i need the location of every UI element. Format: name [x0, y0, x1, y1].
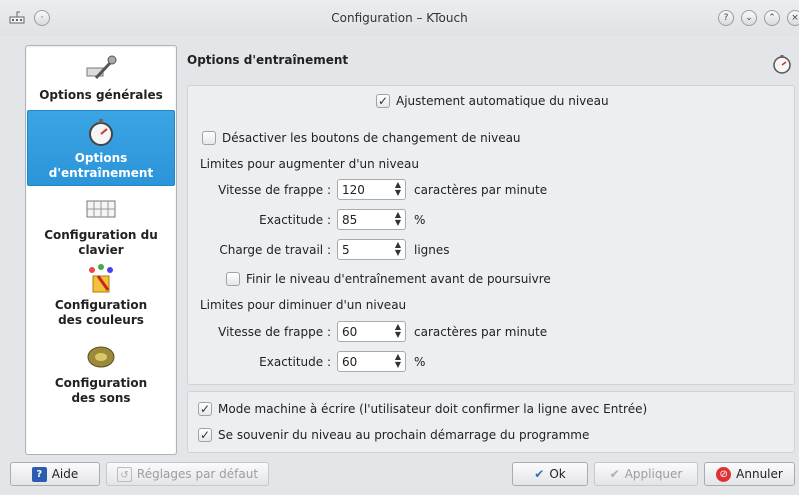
sidebar-item-colors[interactable]: Configuration des couleurs: [27, 262, 175, 336]
typewriter-label: Mode machine à écrire (l'utilisateur doi…: [218, 402, 648, 416]
stopwatch-icon: [89, 119, 113, 146]
remember-checkbox-row[interactable]: ✓ Se souvenir du niveau au prochain déma…: [198, 428, 589, 442]
remember-checkbox[interactable]: ✓: [198, 428, 212, 442]
page-title: Options d'entraînement: [187, 53, 349, 67]
auto-level-checkbox[interactable]: ✓: [376, 94, 390, 108]
dec-accuracy-value: 60: [342, 354, 358, 369]
app-icon[interactable]: [8, 9, 26, 27]
defaults-button[interactable]: ↺ Réglages par défaut: [106, 462, 269, 486]
reset-icon: ↺: [116, 466, 132, 482]
inc-speed-suffix: caractères par minute: [414, 183, 548, 197]
inc-speed-label: Vitesse de frappe :: [218, 183, 331, 197]
apply-button-label: Appliquer: [624, 467, 683, 481]
cancel-icon: ⊘: [716, 466, 732, 482]
help-window-button[interactable]: ?: [718, 10, 734, 26]
maximize-button[interactable]: ⌃: [764, 10, 780, 26]
sidebar: Options générales Options d'entraînement…: [25, 45, 177, 455]
inc-speed-spinbox[interactable]: 120 ▲ ▼: [337, 179, 406, 200]
paint-icon: [89, 264, 113, 293]
inc-accuracy-label: Exactitude :: [259, 213, 331, 227]
apply-button[interactable]: ✔ Appliquer: [594, 462, 698, 486]
inc-workload-value: 5: [342, 242, 350, 257]
sidebar-item-training[interactable]: Options d'entraînement: [27, 110, 175, 186]
pin-icon[interactable]: ·: [34, 10, 50, 26]
finish-level-checkbox[interactable]: [226, 272, 240, 286]
dec-speed-value: 60: [342, 324, 358, 339]
ok-button-label: Ok: [549, 467, 566, 481]
speaker-icon: [87, 346, 115, 368]
finish-level-label: Finir le niveau d'entraînement avant de …: [246, 272, 551, 286]
spin-arrows-icon[interactable]: ▲ ▼: [395, 181, 401, 197]
finish-level-checkbox-row[interactable]: Finir le niveau d'entraînement avant de …: [226, 272, 551, 286]
sidebar-item-label: Configuration du clavier: [44, 228, 158, 257]
inc-workload-spinbox[interactable]: 5 ▲ ▼: [337, 239, 406, 260]
sidebar-item-general[interactable]: Options générales: [27, 52, 175, 112]
help-icon: ?: [31, 466, 47, 482]
inc-accuracy-suffix: %: [414, 213, 426, 227]
decrease-heading: Limites pour diminuer d'un niveau: [200, 298, 407, 312]
cancel-button-label: Annuler: [736, 467, 783, 481]
sidebar-item-keyboard[interactable]: Configuration du clavier: [27, 192, 175, 258]
auto-level-checkbox-row[interactable]: ✓ Ajustement automatique du niveau: [376, 94, 609, 108]
tools-icon: [86, 55, 117, 80]
sidebar-item-sounds[interactable]: Configuration des sons: [27, 340, 175, 414]
sidebar-item-label: Options générales: [39, 88, 163, 102]
dec-speed-suffix: caractères par minute: [414, 325, 548, 339]
remember-label: Se souvenir du niveau au prochain démarr…: [218, 428, 590, 442]
spin-arrows-icon[interactable]: ▲ ▼: [395, 323, 401, 339]
sidebar-item-label: Configuration des sons: [54, 376, 148, 405]
typewriter-checkbox[interactable]: ✓: [198, 402, 212, 416]
inc-workload-label: Charge de travail :: [219, 243, 331, 257]
inc-workload-suffix: lignes: [414, 243, 450, 257]
dec-accuracy-label: Exactitude :: [259, 355, 331, 369]
sidebar-item-label: Configuration des couleurs: [54, 298, 148, 327]
check-icon: ✔: [609, 467, 620, 481]
training-options-group: ✓ Ajustement automatique du niveau Désac…: [187, 85, 795, 385]
disable-buttons-label: Désactiver les boutons de changement de …: [222, 131, 521, 145]
defaults-button-label: Réglages par défaut: [136, 467, 259, 481]
help-button-label: Aide: [51, 467, 79, 481]
stopwatch-icon: [773, 55, 791, 74]
dec-speed-spinbox[interactable]: 60 ▲ ▼: [337, 321, 406, 342]
disable-buttons-checkbox[interactable]: [202, 131, 216, 145]
dec-speed-label: Vitesse de frappe :: [218, 325, 331, 339]
increase-heading: Limites pour augmenter d'un niveau: [200, 157, 419, 171]
misc-options-group: ✓ Mode machine à écrire (l'utilisateur d…: [187, 391, 795, 453]
typewriter-checkbox-row[interactable]: ✓ Mode machine à écrire (l'utilisateur d…: [198, 402, 647, 416]
title-bar: · Configuration – KTouch ? ⌄ ⌃ ×: [0, 0, 799, 36]
inc-accuracy-value: 85: [342, 212, 358, 227]
inc-accuracy-spinbox[interactable]: 85 ▲ ▼: [337, 209, 406, 230]
cancel-button[interactable]: ⊘ Annuler: [704, 462, 795, 486]
help-button[interactable]: ? Aide: [10, 462, 100, 486]
close-button[interactable]: ×: [787, 10, 799, 26]
minimize-button[interactable]: ⌄: [741, 10, 757, 26]
inc-speed-value: 120: [342, 182, 365, 197]
auto-level-label: Ajustement automatique du niveau: [396, 94, 609, 108]
spin-arrows-icon[interactable]: ▲ ▼: [395, 211, 401, 227]
window-title: Configuration – KTouch: [331, 11, 468, 25]
disable-buttons-checkbox-row[interactable]: Désactiver les boutons de changement de …: [202, 131, 521, 145]
ok-button[interactable]: ✔ Ok: [512, 462, 588, 486]
spin-arrows-icon[interactable]: ▲ ▼: [395, 353, 401, 369]
spin-arrows-icon[interactable]: ▲ ▼: [395, 241, 401, 257]
sidebar-item-label: Options d'entraînement: [48, 151, 154, 180]
dec-accuracy-suffix: %: [414, 355, 426, 369]
check-icon: ✔: [534, 467, 545, 481]
keyboard-icon: [86, 200, 116, 218]
dec-accuracy-spinbox[interactable]: 60 ▲ ▼: [337, 351, 406, 372]
